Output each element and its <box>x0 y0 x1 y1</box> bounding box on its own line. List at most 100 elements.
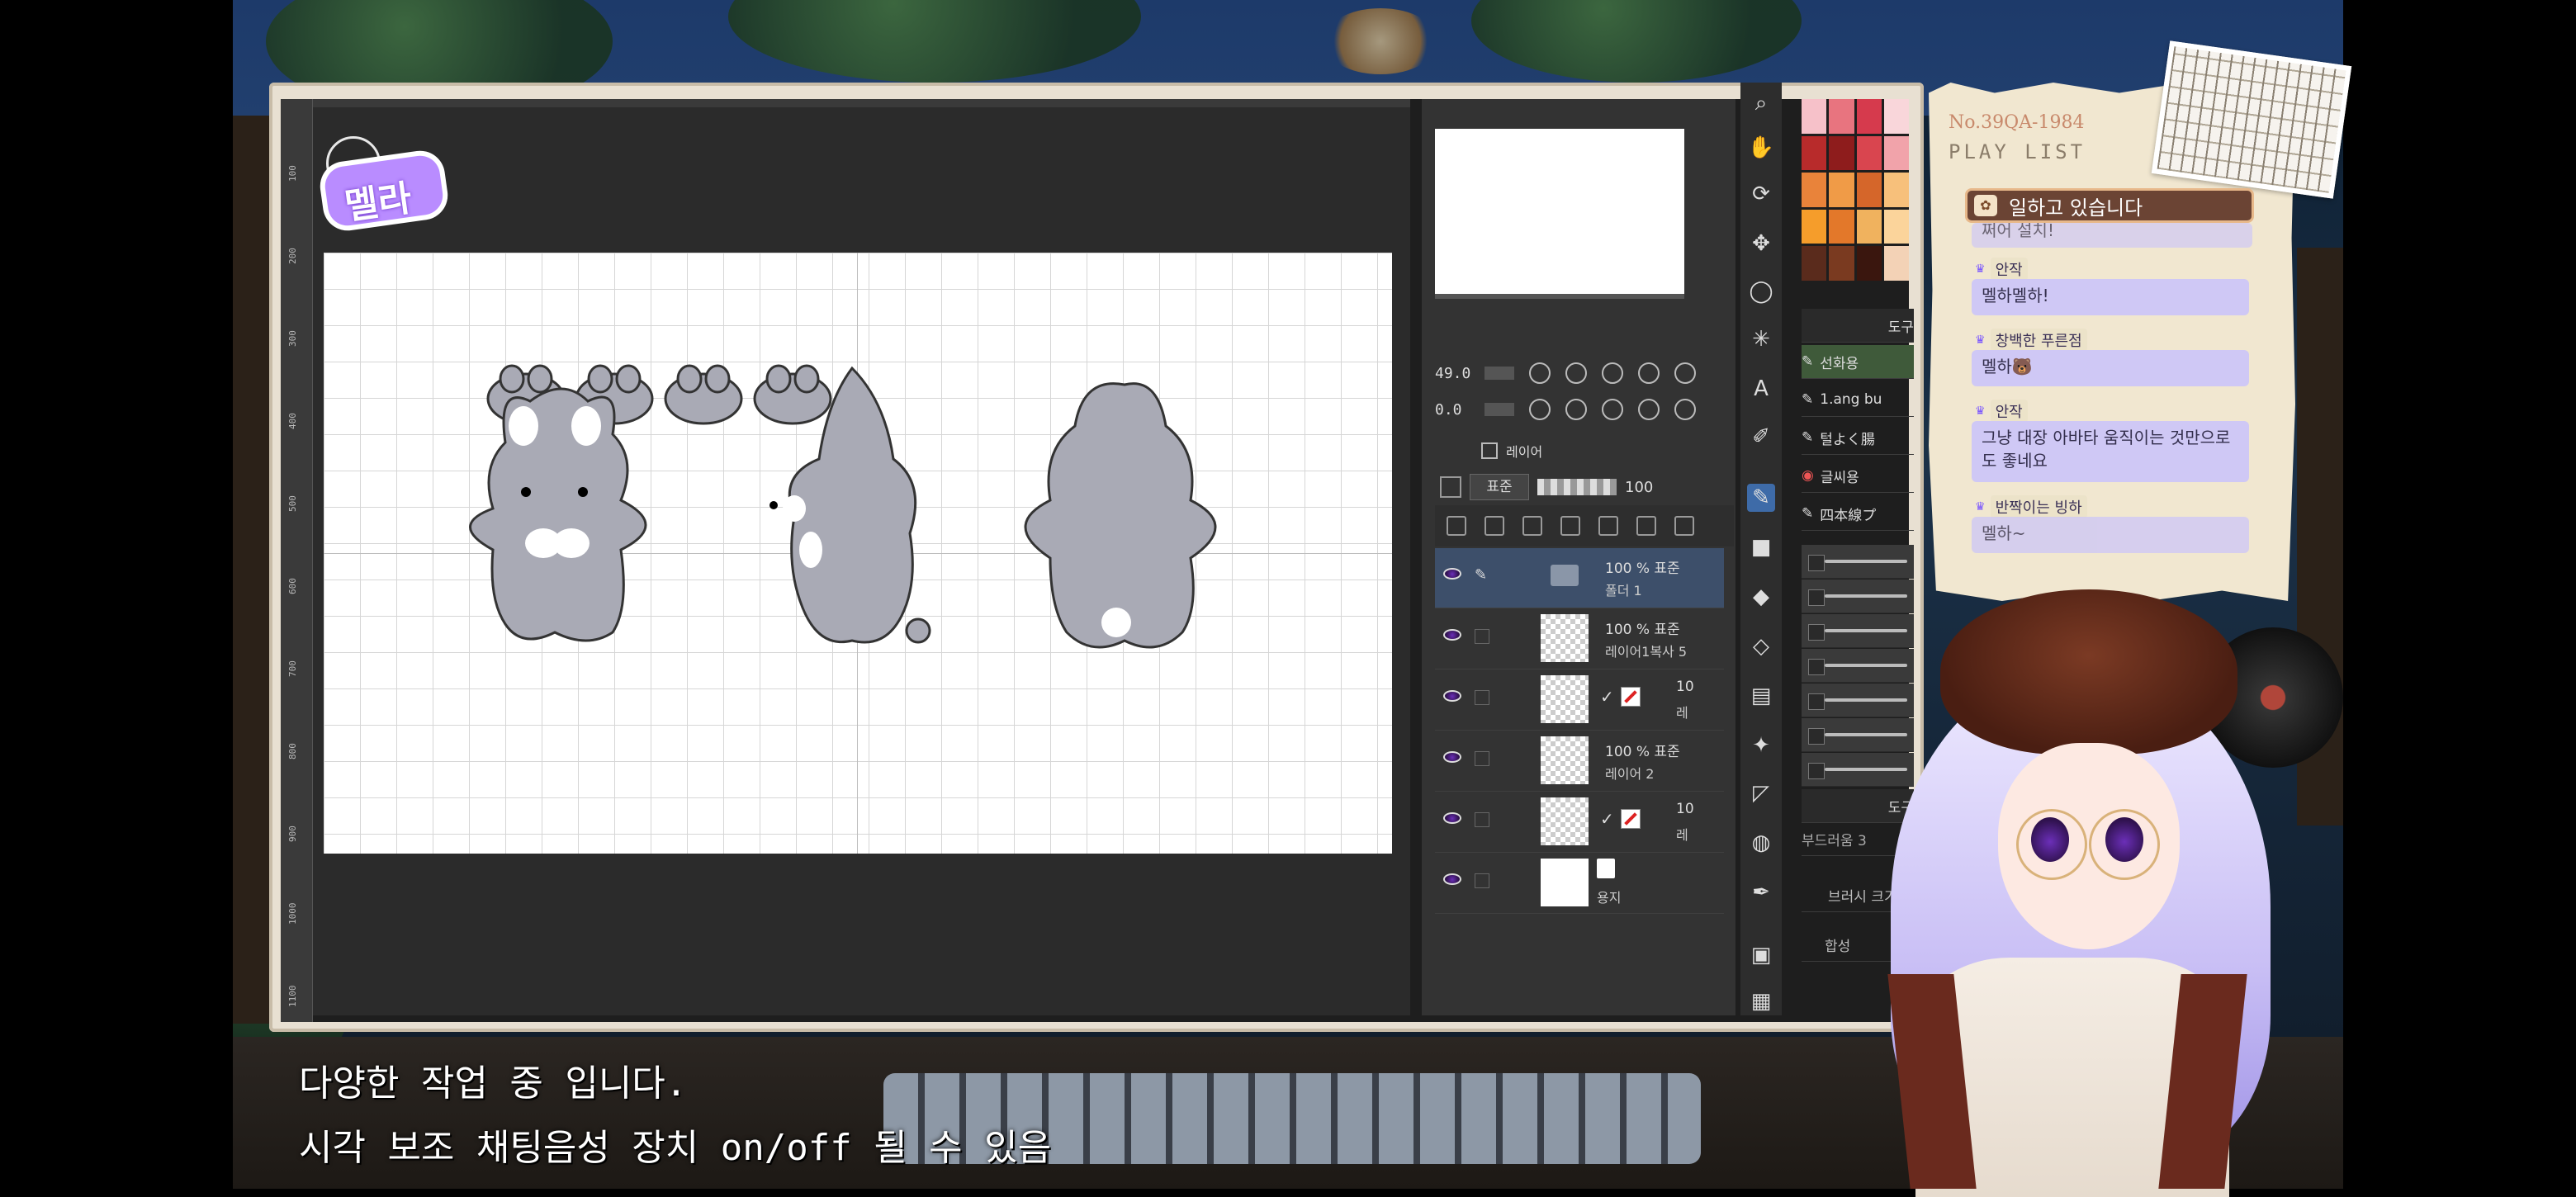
palette-swatch[interactable] <box>1829 209 1854 244</box>
rotate-right-icon[interactable] <box>1565 399 1587 420</box>
color-icon[interactable]: ■ <box>1747 533 1775 561</box>
subtool-label: 四本線プ <box>1820 507 1877 524</box>
eye-icon[interactable] <box>1443 812 1461 824</box>
palette-swatch[interactable] <box>1883 246 1909 281</box>
eye-icon[interactable] <box>1443 690 1461 702</box>
blend-icon[interactable]: ◍ <box>1747 829 1775 857</box>
drawing-canvas[interactable] <box>324 253 1392 854</box>
rotate-left-icon[interactable] <box>1529 399 1551 420</box>
hand-icon[interactable]: ✋ <box>1747 134 1775 162</box>
palette-color-icon[interactable] <box>1674 516 1694 536</box>
palette-swatch[interactable] <box>1856 135 1882 171</box>
brush-preset[interactable] <box>1802 545 1914 579</box>
vtuber-avatar <box>1775 578 2304 1197</box>
palette-swatch[interactable] <box>1829 99 1854 134</box>
eraser-icon[interactable]: ◆ <box>1747 583 1775 611</box>
check-icon: ✓ <box>1600 687 1614 707</box>
grid-icon[interactable]: ▦ <box>1747 987 1775 1015</box>
palette-swatch[interactable] <box>1856 209 1882 244</box>
layer-thumbnail <box>1541 614 1589 662</box>
ruler-tool-icon[interactable]: ◸ <box>1747 779 1775 807</box>
fill-icon[interactable]: ◇ <box>1747 632 1775 660</box>
mask-icon[interactable] <box>1636 516 1656 536</box>
palette-swatch[interactable] <box>1883 99 1909 134</box>
lasso-icon[interactable]: ◯ <box>1747 277 1775 305</box>
main-color-icon[interactable]: ▣ <box>1747 941 1775 969</box>
new-layer-icon[interactable] <box>1447 516 1466 536</box>
eye-icon[interactable] <box>1443 751 1461 763</box>
navigator-preview[interactable] <box>1435 129 1684 296</box>
magic-wand-icon[interactable]: ✳ <box>1747 325 1775 353</box>
avatar-glasses <box>2089 809 2160 880</box>
eyedropper-icon[interactable]: ✐ <box>1747 423 1775 451</box>
text-icon[interactable]: A <box>1747 375 1775 403</box>
eye-icon[interactable] <box>1443 629 1461 641</box>
move-icon[interactable]: ✥ <box>1747 229 1775 258</box>
pen-tool-icon[interactable]: ✒ <box>1747 878 1775 906</box>
palette-swatch[interactable] <box>1883 173 1909 207</box>
brush-icon[interactable]: ✎ <box>1747 484 1775 512</box>
subtool-item[interactable]: ✎ 털よく腸 <box>1802 421 1914 455</box>
palette-swatch[interactable] <box>1856 99 1882 134</box>
reference-icon[interactable] <box>1598 516 1618 536</box>
zoom-icon[interactable]: ⌕ <box>1747 89 1775 117</box>
palette-swatch[interactable] <box>1883 209 1909 244</box>
fit-icon[interactable] <box>1602 362 1623 384</box>
actual-size-icon[interactable] <box>1638 362 1660 384</box>
layer-tab[interactable]: 레이어 <box>1506 441 1542 461</box>
palette-swatch[interactable] <box>1856 173 1882 207</box>
layer-row[interactable]: 100 % 표준 레이어 2 <box>1435 731 1724 792</box>
zoom-value[interactable]: 49.0 <box>1435 365 1470 382</box>
palette-swatch[interactable] <box>1802 135 1827 171</box>
subtool-item[interactable]: ◉ 글씨용 <box>1802 459 1914 493</box>
clip-icon[interactable] <box>1440 476 1461 498</box>
palette-swatch[interactable] <box>1829 135 1854 171</box>
rotation-slider[interactable] <box>1485 403 1514 416</box>
rotate-icon[interactable]: ⟳ <box>1747 180 1775 208</box>
blend-mode-select[interactable]: 표준 <box>1470 474 1529 500</box>
palette-swatch[interactable] <box>1802 209 1827 244</box>
palette-swatch[interactable] <box>1802 99 1827 134</box>
layer-thumbnail <box>1541 675 1589 723</box>
opacity-slider[interactable] <box>1537 479 1617 495</box>
lock-icon[interactable] <box>1522 516 1542 536</box>
chat-username: ♛ 반짝이는 빙하 <box>1975 495 2087 518</box>
layer-checkbox[interactable] <box>1475 629 1489 644</box>
sparkle-icon[interactable]: ✦ <box>1747 731 1775 759</box>
layer-row[interactable]: 용지 <box>1435 854 1724 914</box>
layer-checkbox[interactable] <box>1475 812 1489 827</box>
reset-rotation-icon[interactable] <box>1602 399 1623 420</box>
zoom-out-icon[interactable] <box>1529 362 1551 384</box>
fit-window-icon[interactable] <box>1674 362 1696 384</box>
subtool-item[interactable]: ✎ 선화용 <box>1802 345 1914 379</box>
subtool-label: 글씨용 <box>1820 469 1859 486</box>
gradient-icon[interactable]: ▤ <box>1747 682 1775 710</box>
eye-icon[interactable] <box>1443 568 1461 580</box>
flip-horizontal-icon[interactable] <box>1638 399 1660 420</box>
palette-swatch[interactable] <box>1883 135 1909 171</box>
palette-swatch[interactable] <box>1829 173 1854 207</box>
palette-swatch[interactable] <box>1802 246 1827 281</box>
zoom-in-icon[interactable] <box>1565 362 1587 384</box>
pin-icon[interactable] <box>1485 516 1504 536</box>
brush-checkbox[interactable] <box>1808 555 1825 571</box>
flip-vertical-icon[interactable] <box>1674 399 1696 420</box>
palette-swatch[interactable] <box>1856 246 1882 281</box>
subtool-item[interactable]: ✎ 四本線プ <box>1802 497 1914 531</box>
layer-row[interactable]: ✎ 100 % 표준 폴더 1 <box>1435 548 1724 608</box>
layer-row[interactable]: 100 % 표준 레이어1복사 5 <box>1435 609 1724 669</box>
palette-swatch[interactable] <box>1802 173 1827 207</box>
layer-row[interactable]: ✓ 10 레 <box>1435 670 1724 731</box>
eye-icon[interactable] <box>1443 873 1461 885</box>
layer-checkbox[interactable] <box>1475 751 1489 766</box>
rotation-value[interactable]: 0.0 <box>1435 401 1470 419</box>
ruler-tick: 100 <box>287 165 298 182</box>
layer-row[interactable]: ✓ 10 레 <box>1435 792 1724 853</box>
subtool-item[interactable]: ✎ 1.ang bu <box>1802 383 1914 417</box>
layer-checkbox[interactable] <box>1475 690 1489 705</box>
lock-transparency-icon[interactable] <box>1560 516 1580 536</box>
zoom-slider[interactable] <box>1485 367 1514 380</box>
palette-swatch[interactable] <box>1829 246 1854 281</box>
opacity-value[interactable]: 100 <box>1625 479 1653 496</box>
layer-checkbox[interactable] <box>1475 873 1489 888</box>
